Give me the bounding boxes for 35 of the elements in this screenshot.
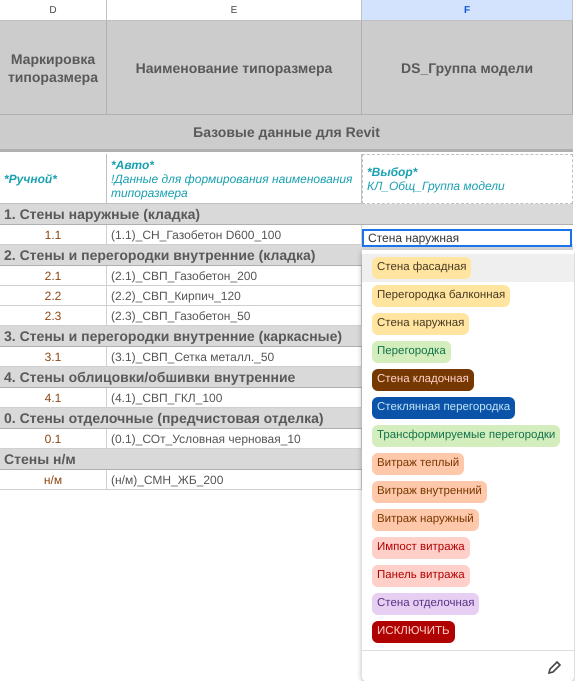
table-cell: 2.1 xyxy=(0,266,107,286)
option-chip[interactable]: Перегородка балконная xyxy=(372,285,510,307)
option-chip[interactable]: Стена наружная xyxy=(372,313,470,335)
pencil-icon[interactable] xyxy=(548,660,562,674)
table-cell: н/м xyxy=(0,470,107,490)
option-chip[interactable]: Витраж теплый xyxy=(372,453,464,475)
table-cell: (2.2)_СВП_Кирпич_120 xyxy=(107,286,362,306)
input-field[interactable]: Стена наружная xyxy=(362,229,572,247)
option-chip[interactable]: Стена кладочная xyxy=(372,369,474,391)
option-chip[interactable]: Панель витража xyxy=(372,565,470,587)
option-chip[interactable]: Витраж внутренний xyxy=(372,481,487,503)
note-text: !Данные для формирования наименования типоразмера xyxy=(111,172,354,200)
note-title: *Ручной* xyxy=(4,172,58,186)
option-chip[interactable]: Импост витража xyxy=(372,537,470,559)
table-cell: Базовые данные для Revit xyxy=(0,115,573,152)
column-header[interactable]: F xyxy=(362,0,573,21)
table-cell: Наименование типоразмера xyxy=(107,21,362,115)
column-header[interactable]: E xyxy=(107,0,362,21)
note-text: КЛ_Общ_Группа модели xyxy=(367,179,506,193)
column-header[interactable]: D xyxy=(0,0,107,21)
table-cell: 2.2 xyxy=(0,286,107,306)
table-cell: (2.1)_СВП_Газобетон_200 xyxy=(107,266,362,286)
table-cell: (н/м)_СМН_ЖБ_200 xyxy=(107,470,362,490)
table-cell: DS_Группа модели xyxy=(362,21,573,115)
table-cell: Маркировка типоразмера xyxy=(0,21,107,115)
option-chip[interactable]: Стена фасадная xyxy=(372,257,472,279)
option-chip[interactable]: Стеклянная перегородка xyxy=(372,397,516,419)
option-chip[interactable]: Трансформируемые перегородки xyxy=(372,425,560,447)
note-title: *Выбор* xyxy=(367,165,419,179)
note-title: *Авто* xyxy=(111,158,156,172)
option-chip[interactable]: Перегородка xyxy=(372,341,451,363)
option-chip[interactable]: Витраж наружный xyxy=(372,509,479,531)
section-heading: 1. Стены наружные (кладка) xyxy=(0,204,573,225)
option-chip[interactable]: ИСКЛЮЧИТЬ xyxy=(372,621,455,643)
option-chip[interactable]: Стена отделочная xyxy=(372,593,480,615)
